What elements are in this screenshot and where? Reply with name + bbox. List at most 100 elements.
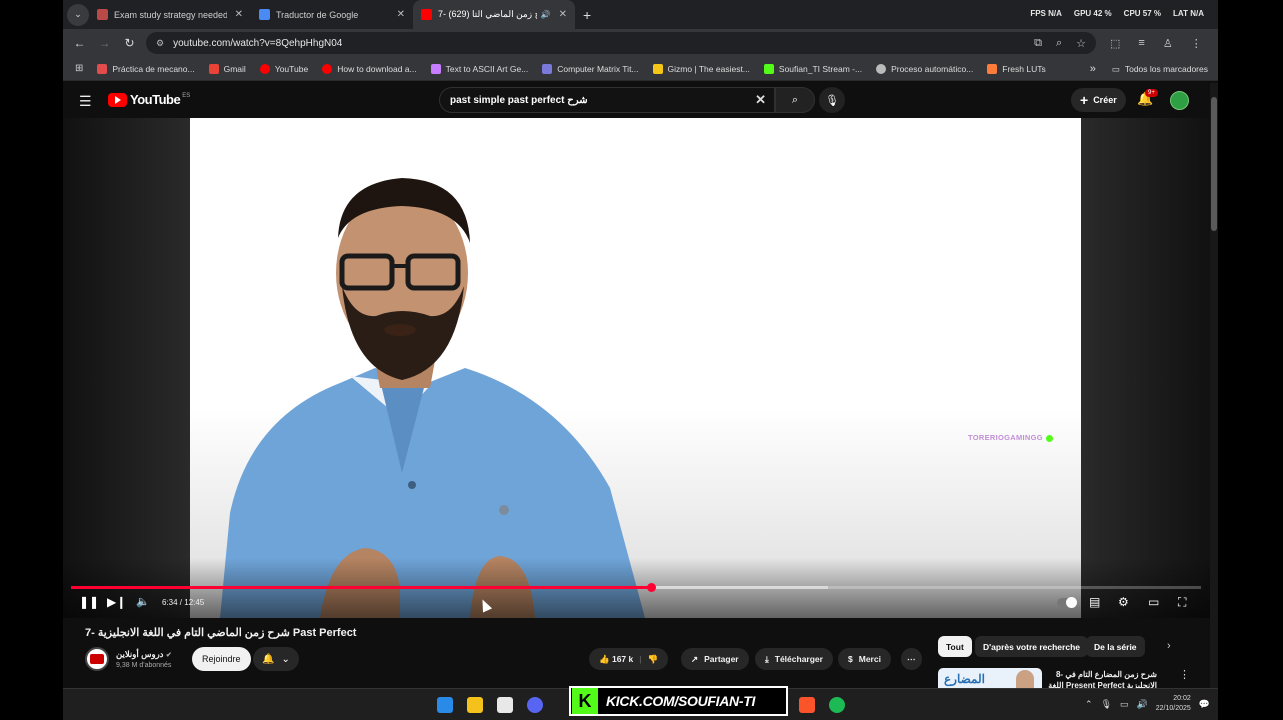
all-bookmarks-folder[interactable]: ▭ Todos los marcadores (1112, 64, 1208, 75)
more-actions-button[interactable]: ⋯ (901, 648, 922, 670)
fullscreen-icon[interactable]: ⛶ (1178, 595, 1186, 610)
thumbnail-text: المضارع (944, 672, 985, 686)
volume-icon[interactable]: 🔈 (136, 595, 150, 608)
scrollbar-thumb[interactable] (1211, 97, 1217, 231)
site-info-icon[interactable]: ⚙ (156, 38, 164, 49)
store-icon[interactable] (497, 697, 513, 713)
youtube-logo[interactable]: YouTube ES (108, 92, 190, 107)
extensions-icon[interactable]: ⬚ (1110, 37, 1120, 50)
bookmark-favicon-icon (987, 63, 998, 74)
page-scrollbar[interactable] (1210, 83, 1218, 688)
bookmark-item[interactable]: Gmail (208, 63, 246, 74)
channel-avatar[interactable] (85, 647, 109, 671)
like-button[interactable]: 👍 167 k (599, 654, 633, 665)
kebab-menu-icon[interactable]: ⋮ (1179, 668, 1190, 681)
spotify-icon[interactable] (829, 697, 845, 713)
tab-search-button[interactable]: ⌄ (67, 3, 89, 26)
search-button[interactable]: ⌕ (775, 87, 815, 113)
chip-search-related[interactable]: D'après votre recherche (975, 636, 1088, 657)
tab-exam-study[interactable]: Exam study strategy needed - C ✕ (89, 0, 251, 29)
channel-name[interactable]: دروس أونلاين ✔ (116, 649, 172, 660)
menu-kebab-icon[interactable]: ⋮ (1191, 37, 1202, 50)
system-clock[interactable]: 20:02 22/10/2025 (1156, 694, 1191, 714)
thanks-button[interactable]: $ Merci (838, 648, 891, 670)
mic-tray-icon[interactable]: 🎙 (1101, 699, 1112, 710)
close-icon[interactable]: ✕ (235, 9, 243, 20)
chevron-right-icon[interactable]: › (1167, 640, 1171, 652)
bookmarks-bar: ⊞ Práctica de mecano... Gmail YouTube Ho… (63, 57, 1218, 81)
clear-search-icon[interactable]: ✕ (755, 92, 766, 108)
bookmark-star-icon[interactable]: ☆ (1076, 37, 1086, 50)
settings-gear-icon[interactable]: ⚙ (1118, 595, 1129, 609)
notification-badge: 9+ (1145, 89, 1158, 97)
zoom-icon[interactable]: ⌕ (1056, 37, 1062, 50)
gmail-icon (208, 63, 219, 74)
bookmark-item[interactable]: How to download a... (322, 63, 417, 74)
bookmark-item[interactable]: Text to ASCII Art Ge... (430, 63, 528, 74)
reload-icon[interactable]: ↻ (117, 36, 142, 50)
system-tray: ⌃ 🎙 ▭ 🔊 20:02 22/10/2025 💬 (1085, 694, 1210, 714)
voice-search-button[interactable]: 🎙 (819, 87, 845, 113)
subtitles-icon[interactable]: ▤ (1089, 595, 1100, 609)
notification-center-icon[interactable]: 💬 (1199, 699, 1210, 710)
tab-translator[interactable]: Traductor de Google ✕ (251, 0, 413, 29)
ambient-right (1081, 118, 1210, 618)
forward-arrow-icon[interactable]: → (92, 36, 117, 50)
volume-tray-icon[interactable]: 🔊 (1137, 699, 1148, 710)
browser-tab-bar: ⌄ Exam study strategy needed - C ✕ Tradu… (63, 0, 1218, 29)
subscription-bell-button[interactable]: 🔔 ⌄ (253, 647, 299, 671)
bookmark-item[interactable]: Práctica de mecano... (97, 63, 195, 74)
brave-browser-icon[interactable] (799, 697, 815, 713)
windows-start-icon[interactable] (437, 697, 453, 713)
download-button[interactable]: ⤓ Télécharger (755, 648, 833, 670)
profile-icon[interactable]: ♙ (1163, 37, 1173, 50)
streamer-watermark: TORERIOGAMINGG (968, 433, 1053, 442)
bookmark-item[interactable]: Computer Matrix Tit... (542, 63, 639, 74)
close-icon[interactable]: ✕ (397, 9, 405, 20)
video-player[interactable]: TORERIOGAMINGG ❚❚ ▶❙ 🔈 6:34 / 12:45 ▤ ⚙ … (63, 118, 1210, 618)
autoplay-toggle[interactable] (1057, 597, 1077, 608)
youtube-favicon-icon (421, 9, 432, 20)
chip-all[interactable]: Tout (938, 636, 972, 657)
search-input[interactable]: past simple past perfect شرح ✕ (439, 87, 775, 113)
hamburger-menu-icon[interactable]: ☰ (79, 93, 92, 110)
tab-youtube-video[interactable]: 7- شرح زمن الماضي التا (629) 🔊 ✕ (413, 0, 575, 29)
media-control-icon[interactable]: ≡ (1138, 37, 1144, 50)
bookmarks-overflow-button[interactable]: » (1090, 63, 1096, 75)
bell-icon: 🔔 (262, 653, 275, 665)
channel-logo-icon (90, 654, 104, 664)
address-bar[interactable]: ⚙ youtube.com/watch?v=8QehpHhgN04 ⧉ ⌕ ☆ (146, 32, 1096, 54)
install-app-icon[interactable]: ⧉ (1034, 37, 1042, 50)
next-icon[interactable]: ▶❙ (107, 595, 126, 609)
bookmark-item[interactable]: YouTube (259, 63, 308, 74)
speaker-icon[interactable]: 🔊 (541, 10, 551, 19)
video-frame[interactable]: TORERIOGAMINGG (190, 118, 1081, 618)
share-icon: ↗ (691, 653, 699, 664)
share-label: Partager (704, 654, 739, 664)
scrubber-handle[interactable] (646, 583, 656, 592)
back-arrow-icon[interactable]: ← (67, 36, 92, 50)
folder-icon: ▭ (1111, 63, 1120, 74)
bookmark-item[interactable]: Soufian_TI Stream -... (763, 63, 862, 74)
tray-overflow-icon[interactable]: ⌃ (1085, 699, 1093, 710)
bookmark-label: Computer Matrix Tit... (557, 63, 639, 74)
create-button[interactable]: + Créer (1071, 88, 1126, 112)
pause-icon[interactable]: ❚❚ (79, 595, 99, 609)
chip-series[interactable]: De la série (1086, 636, 1145, 657)
bookmark-item[interactable]: Proceso automático... (876, 63, 973, 74)
new-tab-button[interactable]: + (583, 7, 591, 23)
file-explorer-icon[interactable] (467, 697, 483, 713)
progress-bar[interactable] (71, 583, 1201, 592)
display-icon[interactable]: ▭ (1120, 699, 1129, 710)
join-button[interactable]: Rejoindre (192, 647, 251, 671)
share-button[interactable]: ↗ Partager (681, 648, 749, 670)
account-avatar[interactable] (1170, 91, 1189, 110)
theater-mode-icon[interactable]: ▭ (1148, 595, 1159, 609)
thumbs-down-icon[interactable]: 👎 (648, 654, 659, 665)
apps-grid-icon[interactable]: ⊞ (75, 63, 83, 74)
discord-icon[interactable] (527, 697, 543, 713)
bookmark-item[interactable]: Fresh LUTs (987, 63, 1046, 74)
close-icon[interactable]: ✕ (559, 9, 567, 20)
bookmark-item[interactable]: Gizmo | The easiest... (652, 63, 750, 74)
all-bookmarks-label: Todos los marcadores (1124, 64, 1208, 74)
